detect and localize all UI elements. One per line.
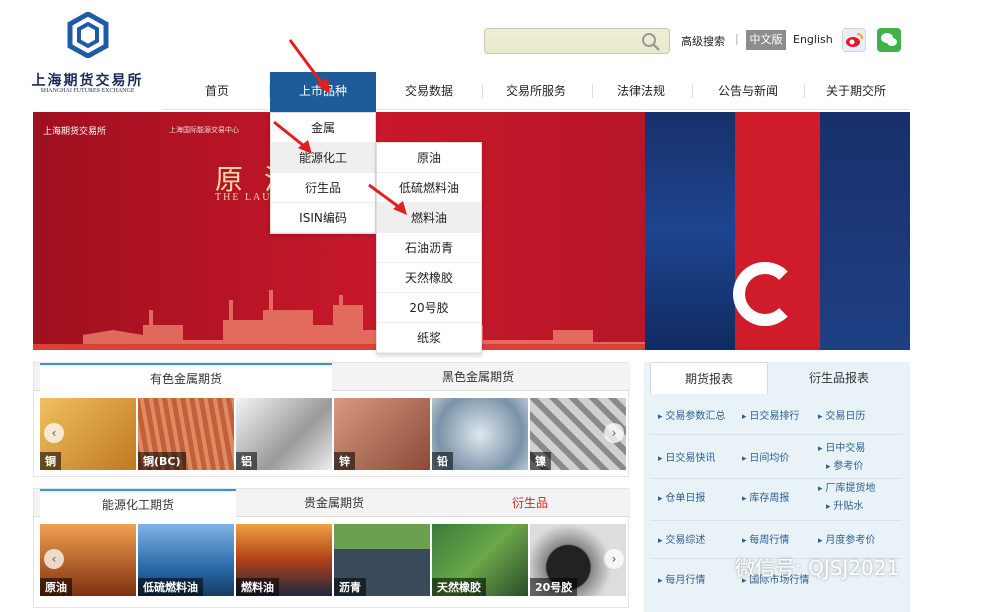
report-link[interactable]: 每月行情 [658,572,705,590]
submenu-item-natural-rubber[interactable]: 天然橡胶 [377,263,481,293]
advanced-search-link[interactable]: 高级搜索 [681,33,725,49]
nav-exchange-services[interactable]: 交易所服务 [484,72,588,110]
nav-trading-data[interactable]: 交易数据 [382,72,476,110]
report-link[interactable]: 日中交易 [818,440,865,458]
report-link[interactable]: 厂库提货地 [818,480,875,498]
language-cn-button[interactable]: 中文版 [746,30,786,50]
metals-thumbnails: 铜 铜(BC) 铝 锌 铅 镍 ‹ › [40,398,628,470]
submenu-item-bitumen[interactable]: 石油沥青 [377,233,481,263]
product-label: 铝 [236,452,257,470]
submenu-item-tsr20[interactable]: 20号胶 [377,293,481,323]
product-label: 镍 [530,452,551,470]
report-link[interactable]: 每周行情 [742,532,789,550]
tab-nonferrous[interactable]: 有色金属期货 [40,363,332,392]
logo-text-en: SHANGHAI FUTURES EXCHANGE [40,88,135,94]
report-link[interactable]: 交易综述 [658,532,705,550]
banner-subtitle: THE LAU [215,192,272,203]
nav-about[interactable]: 关于期交所 [808,72,904,110]
dropdown-item-isin[interactable]: ISIN编码 [271,203,375,233]
carousel-next-icon[interactable]: › [604,549,624,569]
carousel-prev-icon[interactable]: ‹ [44,549,64,569]
wechat-icon[interactable] [877,28,901,52]
product-card[interactable]: 铜(BC) [138,398,234,470]
tab-ferrous[interactable]: 黑色金属期货 [332,363,624,391]
report-link[interactable]: 月度参考价 [818,532,875,550]
dropdown-item-energy-chemicals[interactable]: 能源化工 [271,143,375,173]
separator: | [735,32,739,45]
report-link-cont[interactable]: 参考价 [826,458,863,476]
banner-ring-graphic [733,262,797,326]
energy-tabs: 能源化工期货 贵金属期货 衍生品 [34,489,630,518]
banner-blue-stripe [820,112,910,350]
tab-energy-chemicals[interactable]: 能源化工期货 [40,489,236,518]
report-link[interactable]: 交易参数汇总 [658,408,725,426]
report-link[interactable]: 库存周报 [742,490,789,508]
search-input[interactable] [484,28,670,54]
skyline-illustration [33,290,645,350]
banner-logo-ine: 上海国际能源交易中心 [169,126,239,134]
tab-derivatives[interactable]: 衍生品 [432,489,628,517]
products-dropdown: 金属 能源化工 衍生品 ISIN编码 [270,112,376,234]
exchange-homepage: 上海期货交易所 SHANGHAI FUTURES EXCHANGE 高级搜索 |… [0,0,1000,612]
main-nav: 首页 上市品种 交易数据 交易所服务 法律法规 公告与新闻 关于期交所 [162,72,910,112]
carousel-prev-icon[interactable]: ‹ [44,423,64,443]
product-card[interactable]: 燃料油 [236,524,332,596]
product-label: 燃料油 [236,578,279,596]
report-link[interactable]: 交易日历 [818,408,865,426]
tab-futures-reports[interactable]: 期货报表 [650,362,768,394]
nav-listed-products[interactable]: 上市品种 [270,72,376,112]
product-card[interactable]: 锌 [334,398,430,470]
energy-thumbnails: 原油 低硫燃料油 燃料油 沥青 天然橡胶 20号胶 ‹ › [40,524,628,596]
dropdown-item-derivatives[interactable]: 衍生品 [271,173,375,203]
product-label: 铜 [40,452,61,470]
tab-precious-metals[interactable]: 贵金属期货 [236,489,432,517]
report-link[interactable]: 日交易排行 [742,408,799,426]
search-icon[interactable] [641,32,661,52]
nav-home[interactable]: 首页 [182,72,252,110]
nav-announcements[interactable]: 公告与新闻 [696,72,800,110]
product-label: 低硫燃料油 [138,578,203,596]
product-label: 铜(BC) [138,452,186,470]
wechat-watermark: 微信号: QJSJ2021 [735,556,900,580]
energy-panel: 能源化工期货 贵金属期货 衍生品 原油 低硫燃料油 燃料油 沥青 天然橡胶 20… [33,488,630,608]
product-label: 原油 [40,578,72,596]
logo-text-cn: 上海期货交易所 [31,73,144,89]
logo-mark-icon [67,12,109,58]
nav-laws[interactable]: 法律法规 [594,72,688,110]
banner-city-photo [645,112,735,350]
metals-tabs: 有色金属期货 黑色金属期货 [34,363,630,392]
metals-panel: 有色金属期货 黑色金属期货 铜 铜(BC) 铝 锌 铅 镍 ‹ › [33,362,630,477]
carousel-next-icon[interactable]: › [604,423,624,443]
language-en-button[interactable]: English [793,33,833,46]
product-card[interactable]: 天然橡胶 [432,524,528,596]
product-card[interactable]: 铅 [432,398,528,470]
logo[interactable]: 上海期货交易所 SHANGHAI FUTURES EXCHANGE [30,10,145,95]
tab-derivative-reports[interactable]: 衍生品报表 [774,362,904,394]
submenu-item-crude-oil[interactable]: 原油 [377,143,481,173]
product-label: 沥青 [334,578,366,596]
submenu-item-low-sulfur-fuel-oil[interactable]: 低硫燃料油 [377,173,481,203]
product-label: 20号胶 [530,578,578,596]
energy-submenu: 原油 低硫燃料油 燃料油 石油沥青 天然橡胶 20号胶 纸浆 [376,142,482,354]
product-card[interactable]: 低硫燃料油 [138,524,234,596]
product-label: 锌 [334,452,355,470]
report-link[interactable]: 日交易快讯 [658,450,715,468]
report-link[interactable]: 日间均价 [742,450,789,468]
product-card[interactable]: 铝 [236,398,332,470]
product-label: 铅 [432,452,453,470]
product-card[interactable]: 沥青 [334,524,430,596]
report-link[interactable]: 仓单日报 [658,490,705,508]
submenu-item-pulp[interactable]: 纸浆 [377,323,481,353]
banner-logo: 上海期货交易所 [43,127,107,137]
product-label: 天然橡胶 [432,578,486,596]
dropdown-item-metals[interactable]: 金属 [271,113,375,143]
report-link-cont[interactable]: 升贴水 [826,498,863,516]
weibo-icon[interactable] [842,28,866,52]
submenu-item-fuel-oil[interactable]: 燃料油 [377,203,481,233]
